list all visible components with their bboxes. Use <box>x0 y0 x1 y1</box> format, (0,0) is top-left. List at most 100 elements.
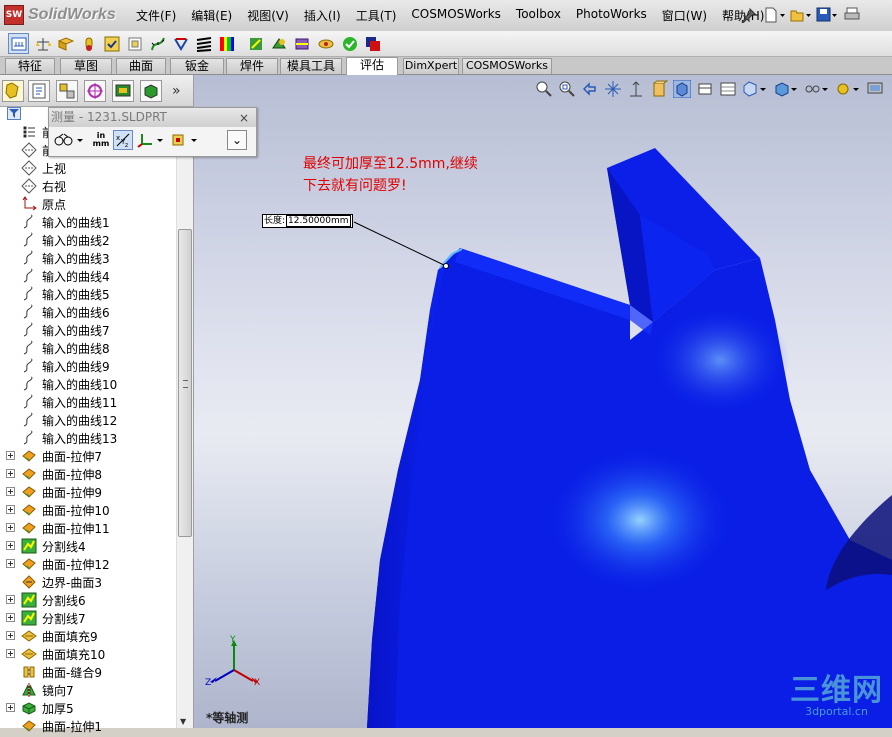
tab-4[interactable]: 焊件 <box>226 58 278 74</box>
configuration-manager-icon[interactable] <box>56 80 78 102</box>
tree-item[interactable]: 输入的曲线3 <box>0 249 176 267</box>
menu-item-4[interactable]: 工具(T) <box>356 7 397 24</box>
section-properties-icon[interactable] <box>55 33 76 54</box>
pushpin-icon[interactable] <box>738 4 760 26</box>
zebra-stripes-icon[interactable] <box>193 33 214 54</box>
tree-item[interactable]: 输入的曲线7 <box>0 321 176 339</box>
apply-scene-icon[interactable] <box>804 80 830 98</box>
menu-item-3[interactable]: 插入(I) <box>304 7 341 24</box>
expand-plus-icon[interactable] <box>6 703 15 712</box>
deviation-analysis-icon[interactable] <box>170 33 191 54</box>
xyz-measure-button[interactable]: xYz <box>113 130 133 150</box>
tree-item[interactable]: 曲面-拉伸10 <box>0 501 176 519</box>
close-icon[interactable]: × <box>239 109 249 128</box>
arc-circle-measure-icon[interactable] <box>53 130 85 150</box>
tree-item[interactable]: 曲面-拉伸1 <box>0 717 176 735</box>
tree-scrollbar[interactable]: ▲ ▼ <box>176 121 193 728</box>
tree-item[interactable]: 输入的曲线12 <box>0 411 176 429</box>
units-precision-button[interactable]: in mm <box>91 130 111 150</box>
curvature-icon[interactable] <box>147 33 168 54</box>
hide-show-items-icon[interactable] <box>742 80 768 98</box>
dynamic-annotation-icon[interactable] <box>627 80 645 98</box>
tab-1[interactable]: 草图 <box>60 58 112 74</box>
tree-item[interactable]: 镜向7 <box>0 681 176 699</box>
expand-plus-icon[interactable] <box>6 487 15 496</box>
open-folder-icon[interactable] <box>790 4 812 26</box>
error-icon[interactable] <box>362 33 383 54</box>
scrollbar-thumb[interactable] <box>178 229 192 537</box>
view-settings-icon[interactable] <box>835 80 861 98</box>
zoom-to-fit-icon[interactable] <box>535 80 553 98</box>
menu-item-1[interactable]: 编辑(E) <box>191 7 232 24</box>
display-style-icon[interactable] <box>719 80 737 98</box>
thickness-analysis-icon[interactable] <box>315 33 336 54</box>
tree-item[interactable]: 右视 <box>0 177 176 195</box>
tab-2[interactable]: 曲面 <box>116 58 166 74</box>
display-manager-icon[interactable] <box>112 80 134 102</box>
expand-plus-icon[interactable] <box>6 541 15 550</box>
menu-item-5[interactable]: COSMOSWorks <box>411 7 501 24</box>
tree-item[interactable]: 分割线4 <box>0 537 176 555</box>
tree-item[interactable]: 输入的曲线5 <box>0 285 176 303</box>
draft-analysis-icon[interactable] <box>245 33 266 54</box>
tree-item[interactable]: 输入的曲线10 <box>0 375 176 393</box>
tree-item[interactable]: 输入的曲线8 <box>0 339 176 357</box>
more-chevron-icon[interactable]: » <box>172 83 181 99</box>
tree-item[interactable]: 分割线7 <box>0 609 176 627</box>
scroll-down-arrow-icon[interactable]: ▼ <box>180 717 186 726</box>
tree-item[interactable]: 输入的曲线1 <box>0 213 176 231</box>
print-icon[interactable] <box>842 4 864 26</box>
tree-item[interactable]: 上视 <box>0 159 176 177</box>
expand-plus-icon[interactable] <box>6 523 15 532</box>
tab-3[interactable]: 钣金 <box>170 58 224 74</box>
measure-dimension-callout[interactable]: 长度: 12.50000mm <box>262 214 353 228</box>
new-document-icon[interactable] <box>764 4 786 26</box>
tree-item[interactable]: 曲面-拉伸7 <box>0 447 176 465</box>
expand-plus-icon[interactable] <box>6 613 15 622</box>
expand-plus-icon[interactable] <box>6 631 15 640</box>
tree-item[interactable]: 曲面-缝合9 <box>0 663 176 681</box>
tab-0[interactable]: 特征 <box>5 58 55 74</box>
appearance-icon[interactable] <box>140 80 162 102</box>
tree-item[interactable]: 输入的曲线9 <box>0 357 176 375</box>
view-orientation-icon[interactable] <box>650 80 668 98</box>
curvature-color-icon[interactable] <box>216 33 237 54</box>
previous-view-icon[interactable] <box>581 80 599 98</box>
tree-item[interactable]: 边界-曲面3 <box>0 573 176 591</box>
collapse-chevron-icon[interactable]: ⌄ <box>227 130 247 150</box>
tree-item[interactable]: 曲面-拉伸9 <box>0 483 176 501</box>
coordinate-system-icon[interactable] <box>171 130 199 150</box>
hide-lines-icon[interactable] <box>696 80 714 98</box>
expand-plus-icon[interactable] <box>6 595 15 604</box>
menu-item-8[interactable]: 窗口(W) <box>662 7 707 24</box>
menu-item-0[interactable]: 文件(F) <box>136 7 176 24</box>
tab-6[interactable]: 评估 <box>346 57 398 75</box>
feature-manager-icon[interactable] <box>2 80 24 102</box>
graphics-area[interactable]: Y X Z <box>194 75 892 728</box>
expand-plus-icon[interactable] <box>6 559 15 568</box>
shaded-with-edges-icon[interactable] <box>673 80 691 98</box>
tree-item[interactable]: 曲面填充10 <box>0 645 176 663</box>
expand-plus-icon[interactable] <box>6 451 15 460</box>
tab-8[interactable]: COSMOSWorks <box>462 58 552 74</box>
tree-item[interactable]: 输入的曲线11 <box>0 393 176 411</box>
save-icon[interactable] <box>816 4 838 26</box>
tree-item[interactable]: 输入的曲线4 <box>0 267 176 285</box>
tree-item[interactable]: 加厚5 <box>0 699 176 717</box>
geometry-analysis-icon[interactable] <box>124 33 145 54</box>
tree-item[interactable]: 曲面-拉伸12 <box>0 555 176 573</box>
tree-item[interactable]: 分割线6 <box>0 591 176 609</box>
measure-icon[interactable] <box>8 33 29 54</box>
zoom-area-icon[interactable] <box>558 80 576 98</box>
dimxpert-manager-icon[interactable] <box>84 80 106 102</box>
parting-line-icon[interactable] <box>291 33 312 54</box>
compare-icon[interactable] <box>339 33 360 54</box>
edit-appearance-icon[interactable] <box>773 80 799 98</box>
section-view-icon[interactable] <box>604 80 622 98</box>
expand-plus-icon[interactable] <box>6 505 15 514</box>
tree-item[interactable]: 原点 <box>0 195 176 213</box>
tab-7[interactable]: DimXpert <box>403 58 459 74</box>
filter-icon[interactable] <box>7 107 21 120</box>
monitor-icon[interactable] <box>866 80 884 98</box>
expand-plus-icon[interactable] <box>6 649 15 658</box>
